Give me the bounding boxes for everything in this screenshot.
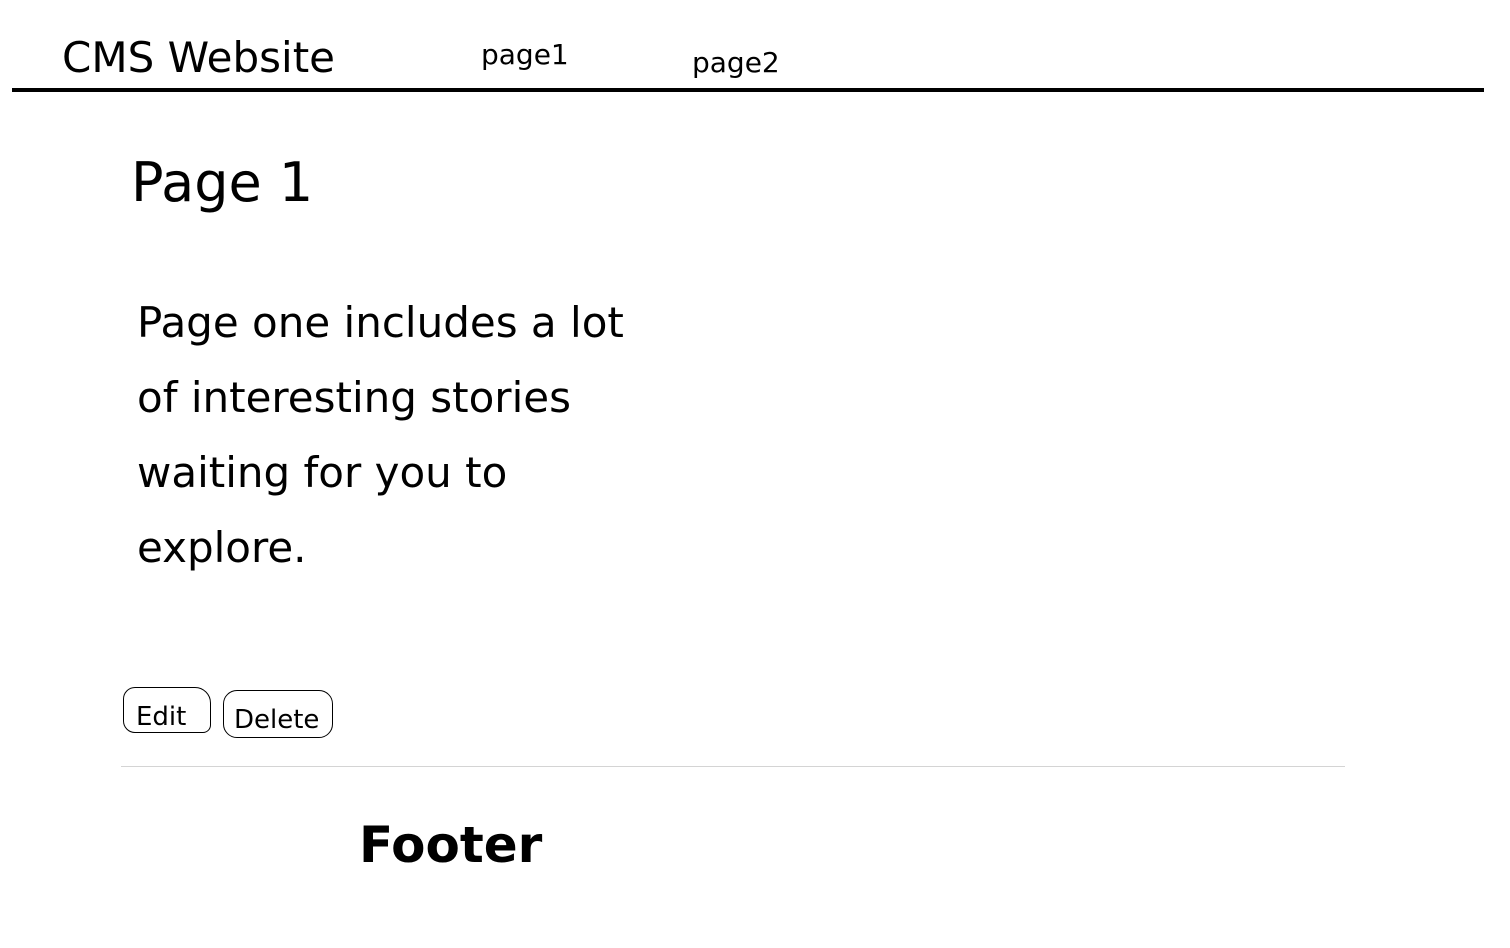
footer-title: Footer [359,816,543,874]
page-root: CMS Website page1 page2 Page 1 Page one … [0,0,1510,948]
page-body-text: Page one includes a lot of interesting s… [137,298,624,572]
site-title: CMS Website [62,33,335,82]
content-divider [121,766,1345,767]
edit-button[interactable]: Edit [123,687,211,733]
header-divider [12,88,1484,92]
delete-button[interactable]: Delete [223,690,333,738]
page-title: Page 1 [131,151,314,214]
nav-link-page2[interactable]: page2 [692,46,780,80]
nav-link-page1[interactable]: page1 [481,38,569,72]
